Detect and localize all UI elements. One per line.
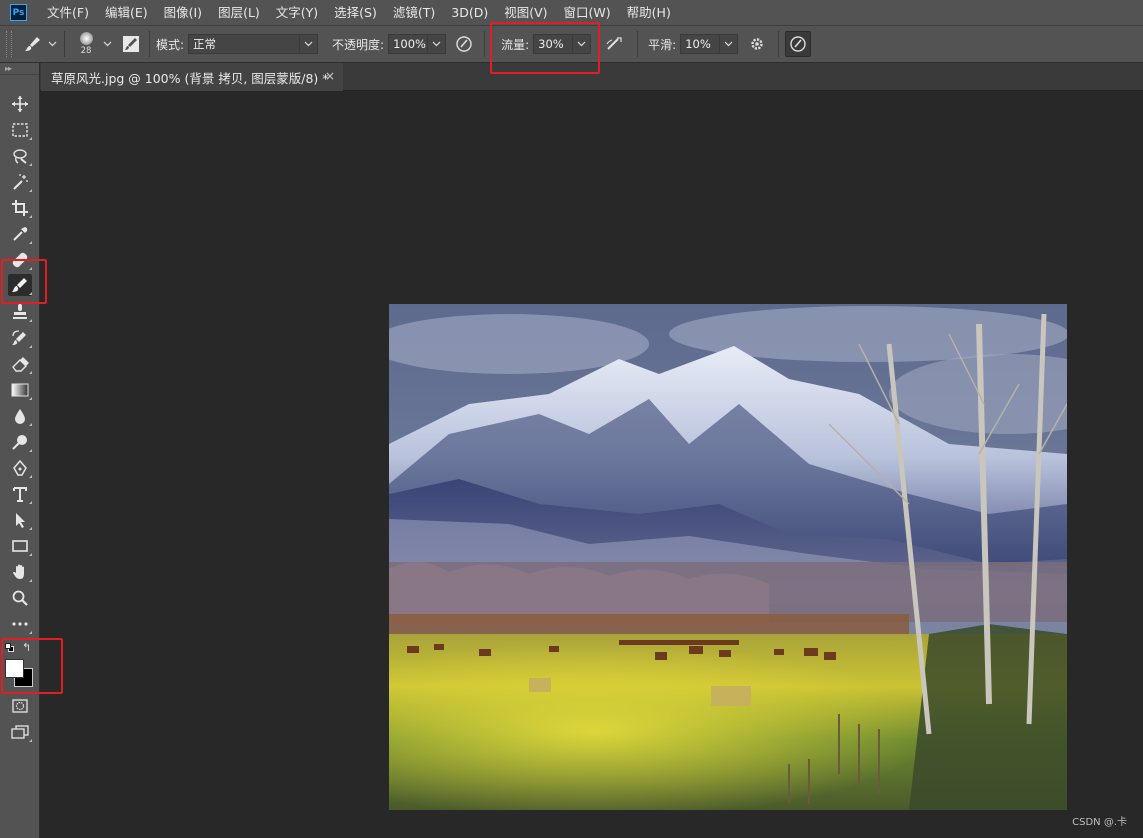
brush-size-chevron-icon[interactable] bbox=[101, 41, 113, 47]
divider bbox=[778, 31, 780, 57]
divider bbox=[149, 31, 150, 57]
menu-type[interactable]: 文字(Y) bbox=[268, 0, 326, 25]
blur-tool[interactable] bbox=[8, 405, 32, 427]
menu-file[interactable]: 文件(F) bbox=[39, 0, 97, 25]
divider bbox=[637, 31, 639, 57]
rectangle-tool[interactable] bbox=[8, 535, 32, 557]
brush-size-picker[interactable]: 28 bbox=[71, 27, 101, 61]
history-brush-tool[interactable] bbox=[8, 327, 32, 349]
smoothing-input[interactable]: 10% bbox=[680, 34, 721, 54]
menu-edit[interactable]: 编辑(E) bbox=[97, 0, 156, 25]
gradient-tool[interactable] bbox=[8, 379, 32, 401]
toolbar-collapse-icon[interactable]: ▸▸ bbox=[0, 63, 39, 75]
magnifier-icon bbox=[12, 590, 28, 606]
mode-select[interactable]: 正常 bbox=[188, 34, 301, 54]
arrow-cursor-icon bbox=[16, 513, 25, 528]
mode-dropdown-icon[interactable] bbox=[300, 34, 319, 54]
photoshop-logo-icon: Ps bbox=[10, 4, 27, 21]
move-icon bbox=[12, 96, 28, 112]
smoothing-options-gear-icon[interactable] bbox=[742, 36, 772, 52]
pressure-size-icon[interactable] bbox=[785, 31, 812, 57]
flow-highlight-box bbox=[490, 22, 600, 74]
options-grip[interactable] bbox=[6, 31, 12, 57]
pen-tool[interactable] bbox=[8, 457, 32, 479]
dodge-tool[interactable] bbox=[8, 431, 32, 453]
smoothing-value: 10% bbox=[685, 37, 711, 51]
path-selection-tool[interactable] bbox=[8, 509, 32, 531]
opacity-dropdown-icon[interactable] bbox=[428, 34, 447, 54]
lasso-tool[interactable] bbox=[8, 145, 32, 167]
pen-icon bbox=[13, 459, 27, 476]
brush-settings-panel-icon[interactable] bbox=[119, 35, 143, 53]
history-brush-icon bbox=[12, 330, 26, 345]
brush-tool-highlight-box bbox=[1, 259, 47, 304]
document-image[interactable] bbox=[389, 304, 1067, 810]
document-tab[interactable]: 草原风光.jpg @ 100% (背景 拷贝, 图层蒙版/8) * × bbox=[41, 63, 343, 91]
smoothing-dropdown-icon[interactable] bbox=[720, 34, 739, 54]
quick-mask-tool[interactable] bbox=[8, 695, 32, 717]
menu-image[interactable]: 图像(I) bbox=[156, 0, 210, 25]
eyedropper-icon bbox=[13, 227, 28, 241]
type-tool[interactable] bbox=[8, 483, 32, 505]
dodge-icon bbox=[12, 435, 27, 450]
droplet-icon bbox=[15, 409, 25, 424]
screen-mode-icon bbox=[11, 725, 29, 739]
hand-icon bbox=[13, 564, 24, 579]
divider bbox=[64, 31, 65, 57]
ellipsis-icon bbox=[12, 622, 28, 626]
color-swatch-highlight-box bbox=[1, 638, 63, 694]
tools-panel: ▸▸ ↰ bbox=[0, 63, 40, 838]
brush-preset-icon[interactable] bbox=[20, 34, 46, 54]
type-icon bbox=[13, 487, 27, 502]
lasso-icon bbox=[13, 149, 27, 164]
eraser-tool[interactable] bbox=[8, 353, 32, 375]
menu-select[interactable]: 选择(S) bbox=[326, 0, 385, 25]
menu-3d[interactable]: 3D(D) bbox=[443, 0, 496, 25]
move-tool[interactable] bbox=[8, 93, 32, 115]
crop-icon bbox=[12, 200, 28, 216]
rectangle-icon bbox=[12, 540, 28, 552]
document-tab-title: 草原风光.jpg @ 100% (背景 拷贝, 图层蒙版/8) * bbox=[51, 70, 329, 86]
quick-mask-icon bbox=[12, 699, 28, 713]
soft-brush-tip-icon bbox=[79, 32, 93, 45]
magic-wand-icon bbox=[13, 174, 28, 190]
magic-wand-tool[interactable] bbox=[8, 171, 32, 193]
clone-stamp-tool[interactable] bbox=[8, 301, 32, 323]
zoom-tool[interactable] bbox=[8, 587, 32, 609]
marquee-icon bbox=[12, 123, 28, 137]
hand-tool[interactable] bbox=[8, 561, 32, 583]
opacity-value: 100% bbox=[393, 37, 426, 51]
eraser-icon bbox=[12, 357, 29, 372]
stamp-icon bbox=[13, 304, 27, 319]
menu-help[interactable]: 帮助(H) bbox=[619, 0, 679, 25]
opacity-label: 不透明度: bbox=[332, 37, 385, 52]
brush-preset-chevron-icon[interactable] bbox=[46, 41, 58, 47]
menu-filter[interactable]: 滤镜(T) bbox=[385, 0, 443, 25]
eyedropper-tool[interactable] bbox=[8, 223, 32, 245]
more-tools[interactable] bbox=[8, 613, 32, 635]
mode-value: 正常 bbox=[193, 37, 217, 51]
crop-tool[interactable] bbox=[8, 197, 32, 219]
brush-size-value: 28 bbox=[80, 46, 92, 56]
watermark-text: CSDN @.卡 bbox=[1072, 817, 1127, 828]
pressure-opacity-icon[interactable] bbox=[450, 35, 478, 53]
airbrush-icon[interactable] bbox=[597, 35, 631, 53]
landscape-image bbox=[389, 304, 1067, 810]
opacity-input[interactable]: 100% bbox=[388, 34, 429, 54]
menu-layer[interactable]: 图层(L) bbox=[210, 0, 268, 25]
close-icon[interactable]: × bbox=[325, 69, 335, 83]
marquee-tool[interactable] bbox=[8, 119, 32, 141]
smoothing-label: 平滑: bbox=[648, 37, 677, 52]
gradient-icon bbox=[11, 383, 29, 397]
mode-label: 模式: bbox=[156, 37, 185, 52]
divider bbox=[484, 31, 486, 57]
screen-mode-tool[interactable] bbox=[8, 721, 32, 743]
